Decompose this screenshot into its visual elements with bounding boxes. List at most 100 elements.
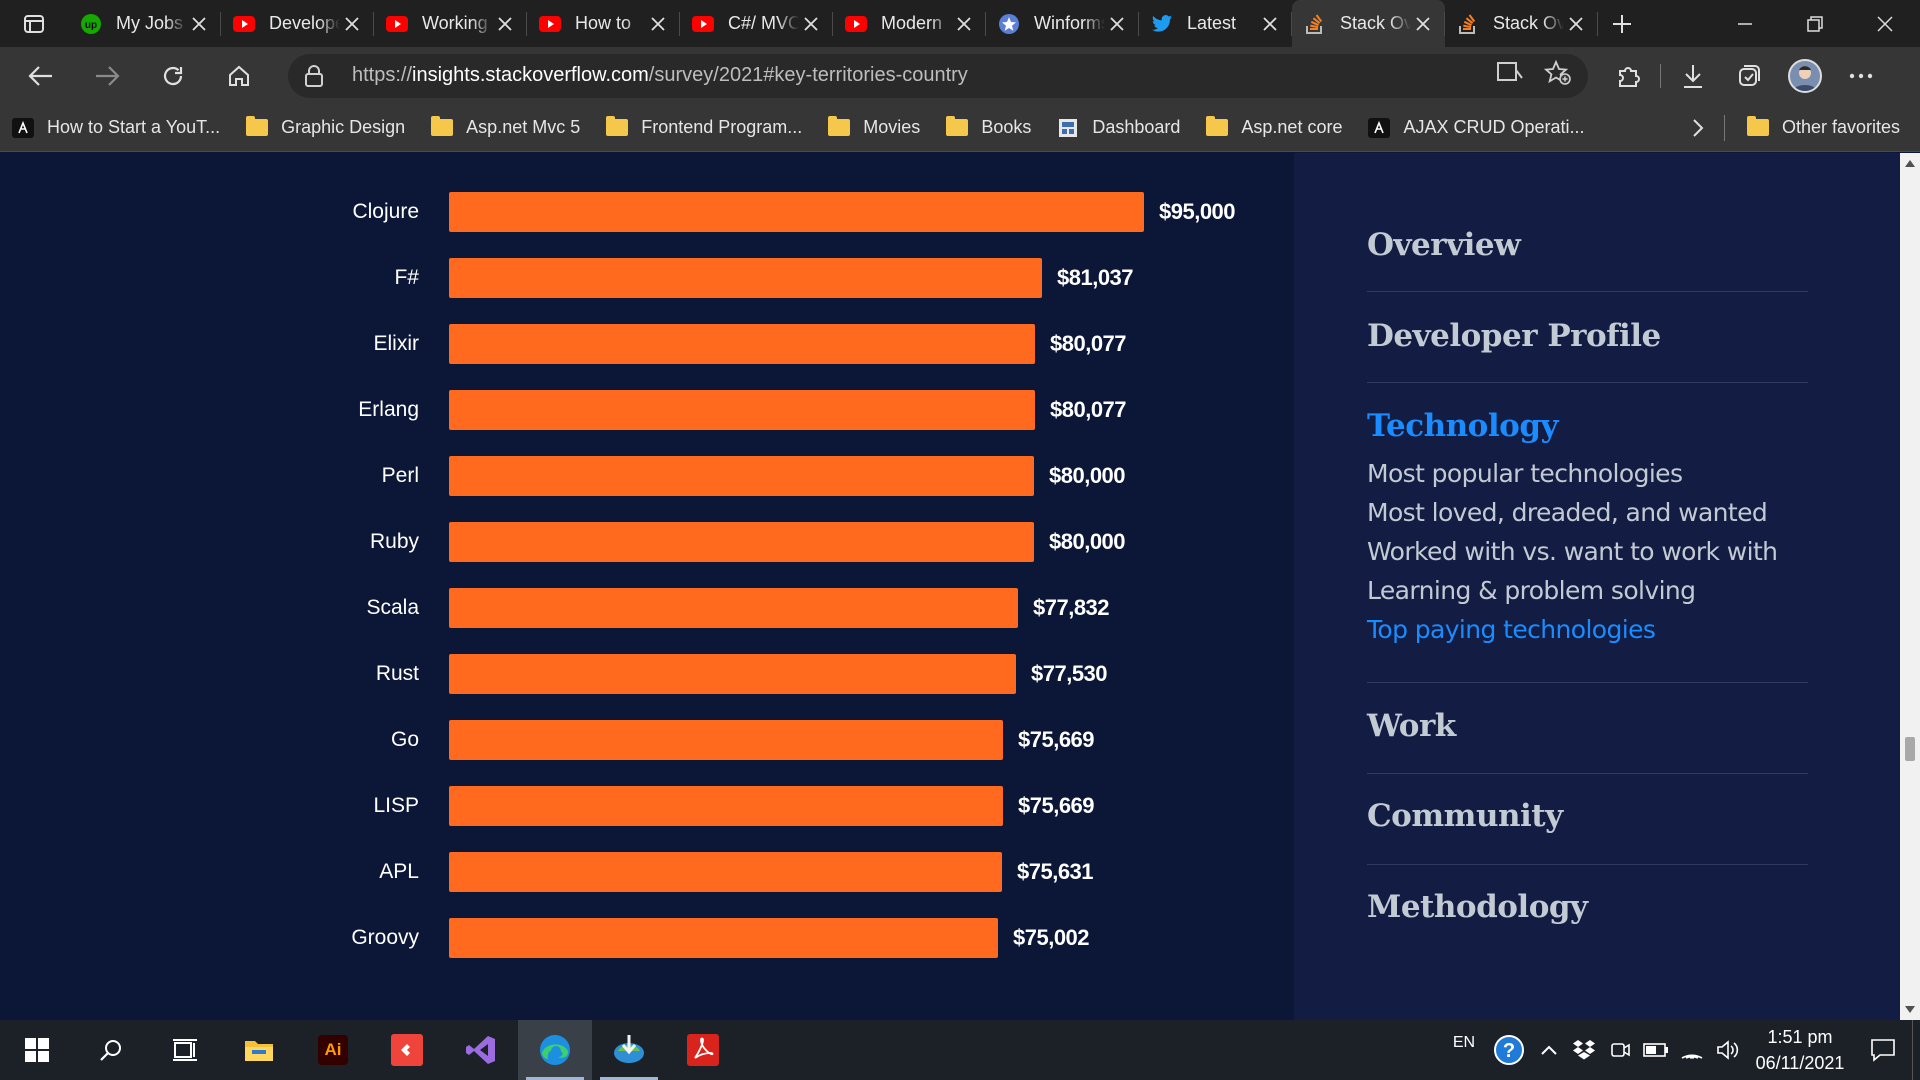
battery-button[interactable] [1638, 1042, 1674, 1058]
close-tab-button[interactable] [1258, 12, 1282, 36]
clock[interactable]: 1:51 pm 06/11/2021 [1746, 1024, 1854, 1076]
youtube-icon [692, 13, 714, 35]
browser-tab[interactable]: Winforms [986, 0, 1139, 47]
nav-subsection-link[interactable]: Most popular technologies [1367, 454, 1808, 493]
network-button[interactable] [1674, 1040, 1710, 1060]
help-button[interactable]: ? [1486, 1034, 1532, 1066]
favorite-item[interactable]: Asp.net core [1194, 104, 1356, 152]
favorite-item[interactable]: Graphic Design [234, 104, 419, 152]
browser-tab[interactable]: up My Jobs [68, 0, 221, 47]
minimize-button[interactable] [1710, 0, 1780, 47]
browser-tab[interactable]: Working [374, 0, 527, 47]
favorite-item[interactable]: Books [934, 104, 1045, 152]
close-icon [498, 16, 512, 31]
internet-download-manager-button[interactable] [592, 1020, 666, 1080]
scroll-up-button[interactable] [1900, 153, 1920, 173]
collections-button[interactable] [1721, 47, 1777, 104]
nav-section-title[interactable]: Technology [1367, 408, 1808, 444]
other-favorites[interactable]: Other favorites [1735, 104, 1920, 152]
restore-icon [1807, 15, 1823, 32]
close-tab-button[interactable] [799, 12, 823, 36]
volume-button[interactable] [1710, 1039, 1746, 1061]
nav-section-title[interactable]: Overview [1367, 227, 1808, 263]
nav-section-title[interactable]: Community [1367, 798, 1808, 834]
nav-subsection-link[interactable]: Top paying technologies [1367, 610, 1808, 649]
close-tab-button[interactable] [340, 12, 364, 36]
forward-button[interactable] [74, 47, 140, 104]
browser-tab[interactable]: Developer [221, 0, 374, 47]
meet-now-button[interactable] [1602, 1039, 1638, 1061]
browser-tab[interactable]: C#/ MVC [680, 0, 833, 47]
favorite-item[interactable]: Frontend Program... [594, 104, 816, 152]
help-icon: ? [1494, 1035, 1524, 1065]
close-tab-button[interactable] [493, 12, 517, 36]
meet-now-icon [1611, 1043, 1630, 1057]
home-button[interactable] [206, 47, 272, 104]
nav-divider [1367, 864, 1808, 865]
settings-more-button[interactable] [1833, 47, 1889, 104]
visual-studio-button[interactable] [444, 1020, 518, 1080]
close-window-button[interactable] [1850, 0, 1920, 47]
browser-tab[interactable]: Stack Overflow [1445, 0, 1598, 47]
acrobat-button[interactable] [666, 1020, 740, 1080]
close-icon [1416, 16, 1430, 31]
page-scrollbar[interactable] [1900, 153, 1920, 1020]
url-text[interactable]: https://insights.stackoverflow.com/surve… [352, 64, 968, 87]
browser-tab[interactable]: Modern [833, 0, 986, 47]
close-tab-button[interactable] [952, 12, 976, 36]
extensions-button[interactable] [1600, 47, 1656, 104]
anydesk-button[interactable] [370, 1020, 444, 1080]
back-button[interactable] [8, 47, 74, 104]
tab-actions-button[interactable] [0, 0, 68, 47]
scrollbar-thumb[interactable] [1905, 737, 1915, 761]
nav-subsection-link[interactable]: Learning & problem solving [1367, 571, 1808, 610]
favorite-item[interactable]: Dashboard [1045, 104, 1194, 152]
close-tab-button[interactable] [1564, 12, 1588, 36]
show-hidden-icons-button[interactable] [1532, 1044, 1566, 1056]
survey-navigation: Overview Developer Profile Technology Most … [1294, 153, 1900, 1020]
close-tab-button[interactable] [1105, 12, 1129, 36]
downloads-button[interactable] [1665, 47, 1721, 104]
close-tab-button[interactable] [187, 12, 211, 36]
immersive-reader-icon[interactable] [1496, 60, 1524, 92]
more-favorites-button[interactable] [1678, 118, 1718, 138]
plus-icon [1613, 14, 1631, 33]
nav-subsection-link[interactable]: Worked with vs. want to work with [1367, 532, 1808, 571]
browser-tab[interactable]: Stack Overflow [1292, 0, 1445, 47]
show-desktop-button[interactable] [1912, 1020, 1920, 1080]
dropbox-tray-button[interactable] [1566, 1039, 1602, 1061]
nav-section-title[interactable]: Work [1367, 708, 1808, 744]
start-button[interactable] [0, 1020, 74, 1080]
bar [449, 852, 1002, 892]
scroll-down-button[interactable] [1900, 1000, 1920, 1020]
close-tab-button[interactable] [646, 12, 670, 36]
search-button[interactable] [74, 1020, 148, 1080]
favorite-item[interactable]: Movies [816, 104, 934, 152]
add-favorite-icon[interactable] [1543, 59, 1572, 92]
folder-icon [246, 116, 269, 138]
refresh-button[interactable] [140, 47, 206, 104]
illustrator-button[interactable]: Ai [296, 1020, 370, 1080]
favorite-item[interactable]: AJAX CRUD Operati... [1356, 104, 1598, 152]
nav-section-title[interactable]: Developer Profile [1367, 318, 1808, 354]
new-tab-button[interactable] [1598, 0, 1646, 47]
browser-tab[interactable]: Latest [1139, 0, 1292, 47]
close-tab-button[interactable] [1411, 12, 1435, 36]
input-language[interactable]: EN [1442, 1034, 1486, 1052]
restore-button[interactable] [1780, 0, 1850, 47]
address-bar[interactable]: https://insights.stackoverflow.com/surve… [288, 53, 1588, 98]
arrow-left-icon [28, 65, 52, 86]
nav-section-title[interactable]: Methodology [1367, 889, 1808, 925]
edge-button[interactable] [518, 1020, 592, 1080]
favorite-item[interactable]: Asp.net Mvc 5 [419, 104, 594, 152]
profile-button[interactable] [1777, 47, 1833, 104]
nav-subsection-link[interactable]: Most loved, dreaded, and wanted [1367, 493, 1808, 532]
file-explorer-button[interactable] [222, 1020, 296, 1080]
lock-icon[interactable] [304, 64, 330, 88]
battery-icon [1643, 1043, 1668, 1057]
notification-center-button[interactable] [1854, 1038, 1912, 1062]
favorite-item[interactable]: How to Start a YouT... [0, 104, 234, 152]
file-explorer-icon [245, 1041, 273, 1061]
browser-tab[interactable]: How to [527, 0, 680, 47]
task-view-button[interactable] [148, 1020, 222, 1080]
